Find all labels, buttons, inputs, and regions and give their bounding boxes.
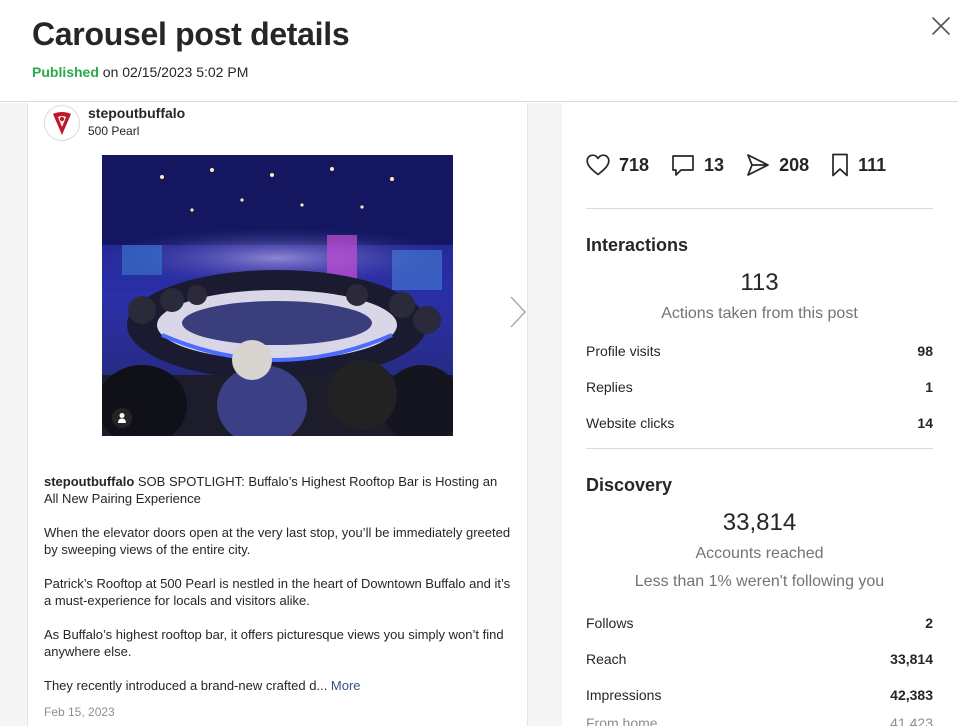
tagged-users-button[interactable] (112, 408, 132, 428)
status-badge: Published (32, 64, 99, 80)
carousel-next-button[interactable] (506, 295, 530, 329)
caption-paragraph: When the elevator doors open at the very… (44, 525, 511, 557)
post-caption: stepoutbuffalo SOB SPOTLIGHT: Buffalo’s … (44, 473, 514, 711)
close-button[interactable] (929, 14, 953, 38)
divider (586, 208, 933, 209)
caption-paragraph: Patrick’s Rooftop at 500 Pearl is nestle… (44, 576, 511, 608)
post-preview: stepoutbuffalo 500 Pearl stepoutbuffalo … (27, 103, 528, 726)
discovery-note: Less than 1% weren't following you (634, 573, 885, 590)
details-body: stepoutbuffalo 500 Pearl stepoutbuffalo … (0, 103, 958, 726)
interactions-title: Interactions (586, 235, 689, 255)
heart-icon (586, 154, 610, 176)
caption-paragraph: As Buffalo’s highest rooftop bar, it off… (44, 627, 504, 659)
bookmark-icon (832, 153, 848, 177)
user-tag-icon (118, 413, 126, 423)
saves-stat: 111 (831, 153, 886, 177)
engagement-summary: 718 13 208 111 (586, 151, 908, 179)
send-icon (747, 154, 769, 176)
metric-row-impressions: Impressions 42,383 (586, 687, 933, 703)
discovery-total: 33,814 (722, 509, 797, 536)
chevron-right-icon (510, 296, 527, 328)
more-link[interactable]: More (331, 678, 361, 693)
post-date: Feb 15, 2023 (44, 705, 115, 719)
discovery-title: Discovery (586, 475, 673, 495)
shares-stat: 208 (746, 153, 809, 177)
caption-paragraph: They recently introduced a brand-new cra… (44, 678, 361, 693)
avatar[interactable] (44, 105, 80, 141)
comment-icon (672, 155, 694, 176)
interactions-subtitle: Actions taken from this post (661, 305, 858, 322)
discovery-subtitle: Accounts reached (695, 545, 824, 562)
page-title: Carousel post details (32, 16, 350, 52)
comments-stat: 13 (671, 153, 724, 177)
metric-row-replies: Replies 1 (586, 379, 933, 395)
interactions-total: 113 (740, 269, 779, 296)
modal-header: Carousel post details Published on 02/15… (0, 0, 958, 102)
publish-date: on 02/15/2023 5:02 PM (98, 64, 249, 80)
post-location[interactable]: 500 Pearl (88, 124, 139, 138)
caption-paragraph: stepoutbuffalo SOB SPOTLIGHT: Buffalo’s … (44, 474, 498, 506)
rooftop-dinner-photo (102, 155, 453, 436)
insights-panel: 718 13 208 111 Interactions 113 Actions … (562, 103, 958, 726)
divider (586, 448, 933, 449)
metric-row-follows: Follows 2 (586, 615, 933, 631)
metric-row-reach: Reach 33,814 (586, 651, 933, 667)
caption-username[interactable]: stepoutbuffalo (44, 474, 134, 489)
post-image[interactable] (102, 155, 453, 436)
account-name[interactable]: stepoutbuffalo (88, 105, 185, 121)
publish-info: Published on 02/15/2023 5:02 PM (32, 64, 248, 80)
likes-stat: 718 (586, 154, 649, 176)
metric-row-website-clicks: Website clicks 14 (586, 415, 933, 431)
metric-row-from-home: From home 41,423 (586, 715, 933, 726)
metric-row-profile-visits: Profile visits 98 (586, 343, 933, 359)
brand-logo-icon (53, 112, 71, 135)
close-icon (932, 17, 950, 35)
